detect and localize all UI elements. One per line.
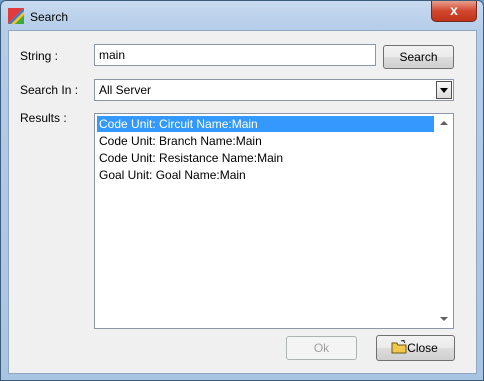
search-in-value: All Server xyxy=(99,83,152,97)
string-field[interactable] xyxy=(94,44,376,66)
string-label: String : xyxy=(20,49,59,63)
scroll-down-icon[interactable] xyxy=(440,317,448,321)
search-in-label: Search In : xyxy=(20,83,79,97)
app-icon xyxy=(8,8,24,24)
window-close-button[interactable]: x xyxy=(431,1,477,22)
string-input[interactable] xyxy=(99,46,369,64)
search-button[interactable]: Search xyxy=(383,45,454,69)
close-button-label: Close xyxy=(407,341,438,355)
results-label: Results : xyxy=(20,111,67,125)
title-bar[interactable]: Search x xyxy=(1,1,483,31)
list-item[interactable]: Goal Unit: Goal Name:Main xyxy=(97,167,434,183)
chevron-down-icon[interactable] xyxy=(436,81,452,99)
list-item[interactable]: Code Unit: Resistance Name:Main xyxy=(97,150,434,166)
list-item[interactable]: Code Unit: Branch Name:Main xyxy=(97,133,434,149)
dialog-body: String : Search Search In : All Server R… xyxy=(8,30,477,374)
list-item[interactable]: Code Unit: Circuit Name:Main xyxy=(97,116,434,132)
results-scrollbar[interactable] xyxy=(436,114,453,328)
results-list[interactable]: Code Unit: Circuit Name:Main Code Unit: … xyxy=(94,113,454,329)
window-title: Search xyxy=(30,10,69,24)
ok-button[interactable]: Ok xyxy=(286,336,357,360)
search-dialog: Search x String : Search Search In : All… xyxy=(0,0,484,381)
close-button[interactable]: Close xyxy=(376,335,455,361)
folder-icon xyxy=(391,340,407,354)
search-in-select[interactable]: All Server xyxy=(94,79,454,101)
scroll-up-icon[interactable] xyxy=(440,121,448,125)
